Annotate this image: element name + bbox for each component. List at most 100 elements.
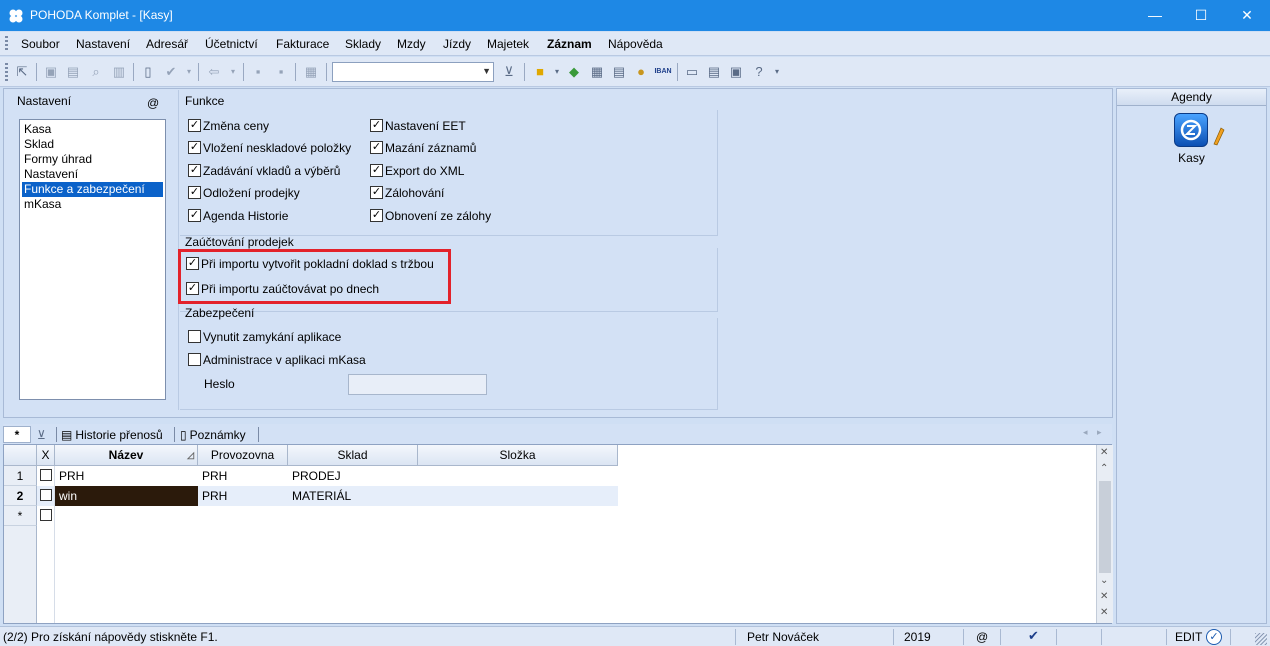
folder-dropdown-icon[interactable]: ▾ [548,63,566,80]
column-header-slozka[interactable]: Složka [418,445,618,466]
menu-mzdy[interactable]: Mzdy [397,37,426,51]
menu-majetek[interactable]: Majetek [487,37,529,51]
menu-grip-icon[interactable] [5,36,8,52]
new-record-icon[interactable]: ▯ [139,63,157,80]
scroll-down-icon[interactable]: ⌄ [1100,575,1108,586]
menu-soubor[interactable]: Soubor [21,37,60,51]
column-header-x[interactable]: X [37,445,55,466]
cell-sklad[interactable]: PRODEJ [288,466,418,486]
clipboard-icon[interactable]: ▦ [302,63,320,80]
checkbox-zadavani-vkladu[interactable]: ✓ [188,164,201,177]
coins-icon[interactable]: ● [632,63,650,80]
menu-napoveda[interactable]: Nápověda [608,37,663,51]
column-header-provozovna[interactable]: Provozovna [198,445,288,466]
label-zalohovani: Zálohování [385,186,445,200]
checkbox-export-do-xml[interactable]: ✓ [370,164,383,177]
tab-poznamky[interactable]: ▯ Poznámky [180,426,246,443]
menu-jizdy[interactable]: Jízdy [443,37,471,51]
folder-icon[interactable]: ■ [531,63,549,80]
heslo-input[interactable] [348,374,487,395]
column-header-nazev[interactable]: Název ◿ [55,445,198,466]
money-icon[interactable]: ◆ [565,63,583,80]
form-view-icon[interactable]: ▤ [705,63,723,80]
checkbox-vynutit-zamykani[interactable] [188,330,201,343]
agenda-switch-icon[interactable]: ⇱ [13,63,31,80]
menu-adresar[interactable]: Adresář [146,37,188,51]
cell-provozovna[interactable]: PRH [198,486,288,506]
nav-item-nastaveni[interactable]: Nastavení [22,167,163,182]
save-all-icon[interactable]: ▪ [272,63,290,80]
check-dropdown-icon[interactable]: ▾ [180,63,198,80]
help-dropdown-icon[interactable]: ▾ [768,63,786,80]
resize-grip-icon[interactable] [1255,633,1267,645]
check-icon[interactable]: ✔ [162,63,180,80]
quick-filter-combo[interactable]: ▼ [332,62,494,82]
checkbox-odlozeni-prodejky[interactable]: ✓ [188,186,201,199]
grid-vertical-scrollbar[interactable]: ✕ ⌃ ⌄ ✕ ✕ [1096,445,1113,623]
nav-item-mkasa[interactable]: mKasa [22,197,163,212]
cell-nazev[interactable]: PRH [55,466,198,486]
cell-sklad[interactable]: MATERIÁL [288,486,418,506]
nav-item-sklad[interactable]: Sklad [22,137,163,152]
cell-nazev[interactable]: win [55,486,198,506]
checkbox-vlozeni-neskladove-polozky[interactable]: ✓ [188,141,201,154]
scroll-thumb[interactable] [1099,481,1111,573]
kasy-agenda-icon[interactable] [1174,113,1208,147]
scroll-top-icon[interactable]: ✕ [1100,447,1108,458]
copy-record-icon[interactable]: ▣ [42,63,60,80]
nav-item-formy-uhrad[interactable]: Formy úhrad [22,152,163,167]
records-grid: X Název ◿ Provozovna Sklad Složka 1 PRH … [3,444,1113,624]
checkbox-zalohovani[interactable]: ✓ [370,186,383,199]
tab-historie-prenosu[interactable]: ▤ Historie přenosů [61,426,163,443]
nav-item-funkce-a-zabezpeceni[interactable]: Funkce a zabezpečení [22,182,163,197]
new-row-marker[interactable]: * [4,506,37,526]
back-icon[interactable]: ⇦ [205,63,223,80]
highlight-box [178,249,451,304]
column-header-sklad[interactable]: Sklad [288,445,418,466]
checkbox-obnoveni-ze-zalohy[interactable]: ✓ [370,209,383,222]
kasy-agenda-label[interactable]: Kasy [1117,151,1266,165]
tab-separator [258,427,259,442]
checkbox-agenda-historie[interactable]: ✓ [188,209,201,222]
checkbox-administrace-mkasa[interactable] [188,353,201,366]
menu-zaznam[interactable]: Záznam [547,37,592,51]
save-icon[interactable]: ▪ [249,63,267,80]
table-icon[interactable]: ▤ [610,63,628,80]
menu-sklady[interactable]: Sklady [345,37,381,51]
cell-provozovna[interactable]: PRH [198,466,288,486]
toolbar-grip-icon[interactable] [5,63,8,81]
nav-item-kasa[interactable]: Kasa [22,122,163,137]
chevron-down-icon[interactable]: ▼ [482,66,491,76]
menu-ucetnictvi[interactable]: Účetnictví [205,37,258,51]
menu-nastaveni[interactable]: Nastavení [76,37,130,51]
checkbox-mazani-zaznamu[interactable]: ✓ [370,141,383,154]
print-preview-icon[interactable]: ⌕ [87,63,105,80]
export-icon[interactable]: ▥ [110,63,128,80]
tab-filter[interactable]: ⊻ [37,426,46,443]
cell-slozka[interactable] [418,486,618,506]
status-separator [1101,629,1102,645]
checkbox-nastaveni-eet[interactable]: ✓ [370,119,383,132]
help-icon[interactable]: ? [750,63,768,80]
row-number[interactable]: 2 [4,486,37,506]
scroll-up-icon[interactable]: ⌃ [1100,463,1108,474]
maximize-button[interactable]: ☐ [1178,0,1224,31]
cell-slozka[interactable] [418,466,618,486]
close-button[interactable]: ✕ [1224,0,1270,31]
iban-icon[interactable]: IBAN [654,63,672,80]
tabs-left-arrow-icon[interactable]: ◂ [1083,427,1088,438]
print-icon[interactable]: ▤ [64,63,82,80]
tab-star[interactable]: * [3,426,31,443]
back-dropdown-icon[interactable]: ▾ [224,63,242,80]
list-view-icon[interactable]: ▭ [683,63,701,80]
menu-fakturace[interactable]: Fakturace [276,37,329,51]
scroll-bottom-icon[interactable]: ✕ [1100,591,1108,602]
minimize-button[interactable]: — [1132,0,1178,31]
scroll-end-icon[interactable]: ✕ [1100,607,1108,618]
message-icon[interactable]: ▣ [727,63,745,80]
checkbox-zmena-ceny[interactable]: ✓ [188,119,201,132]
filter-icon[interactable]: ⊻ [500,63,518,80]
tabs-right-arrow-icon[interactable]: ▸ [1097,427,1102,438]
row-number[interactable]: 1 [4,466,37,486]
calculator-icon[interactable]: ▦ [588,63,606,80]
